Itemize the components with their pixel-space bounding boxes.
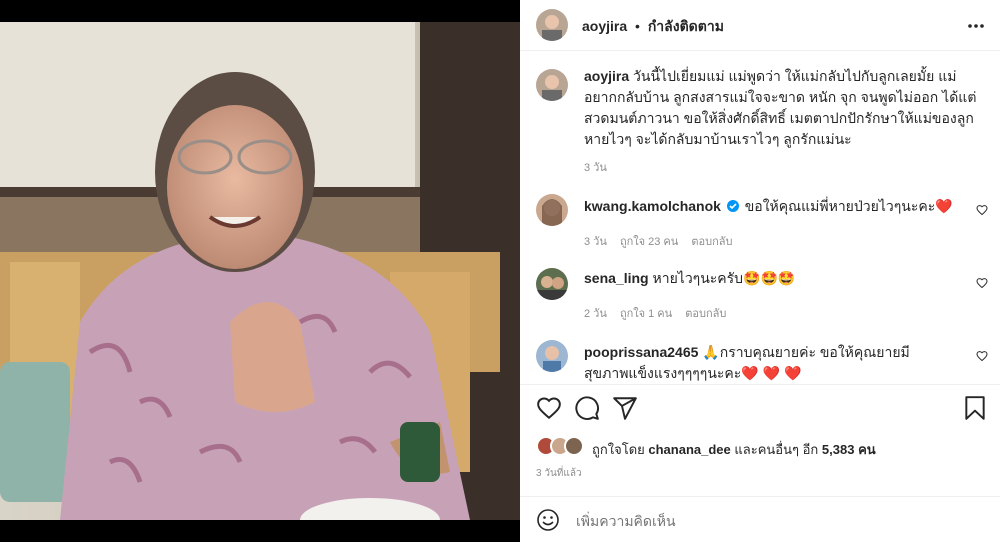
comment-meta: 2 วัน ถูกใจ 1 คน ตอบกลับ: [584, 304, 736, 322]
comment: kwang.kamolchanok ขอให้คุณแม่พี่หายป่วยไ…: [584, 196, 954, 217]
comment-meta: 3 วัน ถูกใจ 23 คน ตอบกลับ: [584, 232, 743, 250]
liked-by-username[interactable]: chanana_dee: [648, 442, 730, 457]
add-comment-input[interactable]: [574, 509, 878, 533]
heart-icon[interactable]: [536, 395, 562, 421]
post-side-panel: aoyjira • กำลังติดตาม aoyjira วันนี้ไปเย…: [520, 0, 1000, 542]
caption-username[interactable]: aoyjira: [584, 68, 629, 84]
comment-like-icon[interactable]: [976, 350, 988, 362]
liked-by-avatars[interactable]: [536, 436, 588, 461]
header-separator: •: [635, 18, 640, 34]
comment: sena_ling หายไวๆนะครับ🤩🤩🤩: [584, 268, 954, 289]
reply-button[interactable]: ตอบกลับ: [685, 308, 726, 320]
comment-username[interactable]: kwang.kamolchanok: [584, 198, 721, 214]
comment-text: หายไวๆนะครับ: [652, 270, 744, 286]
comment-emoji: ❤️: [935, 198, 953, 214]
likes-middle: และคนอื่นๆ อีก: [734, 442, 819, 457]
caption: aoyjira วันนี้ไปเยี่ยมแม่ แม่พูดว่า ให้แ…: [584, 66, 979, 150]
comment: pooprissana2465 🙏กราบคุณยายค่ะ ขอให้คุณย…: [584, 342, 954, 384]
post-header: aoyjira • กำลังติดตาม: [520, 0, 1000, 51]
add-comment-bar: [520, 496, 1000, 543]
comment-emoji: 🤩🤩🤩: [743, 270, 796, 286]
comment-time: 3 วัน: [584, 236, 607, 248]
following-button[interactable]: กำลังติดตาม: [648, 18, 724, 34]
reply-button[interactable]: ตอบกลับ: [691, 236, 732, 248]
post-time[interactable]: 3 วันที่แล้ว: [536, 466, 582, 481]
comment-like-icon[interactable]: [976, 204, 988, 216]
comment-emoji: ❤️ ❤️ ❤️: [741, 365, 802, 381]
comment-username[interactable]: sena_ling: [584, 270, 649, 286]
likes-summary: ถูกใจโดย chanana_dee และคนอื่นๆ อีก 5,38…: [592, 439, 876, 460]
comment-time: 2 วัน: [584, 308, 607, 320]
post-photo[interactable]: [0, 22, 520, 520]
likes-suffix[interactable]: คน: [858, 442, 876, 457]
bookmark-icon[interactable]: [962, 395, 988, 421]
verified-badge-icon: [726, 200, 739, 212]
caption-text: วันนี้ไปเยี่ยมแม่ แม่พูดว่า ให้แม่กลับไป…: [584, 68, 977, 147]
caption-meta: 3 วัน: [584, 158, 617, 176]
caption-avatar[interactable]: [536, 69, 568, 101]
smiley-icon[interactable]: [536, 508, 560, 532]
comment-text: ขอให้คุณแม่พี่หายป่วยไวๆนะคะ: [744, 198, 936, 214]
comment-avatar[interactable]: [536, 268, 568, 300]
comment-like-icon[interactable]: [976, 277, 988, 289]
comment-avatar[interactable]: [536, 340, 568, 372]
elderly-woman-photo: [0, 22, 520, 520]
comment-likes[interactable]: ถูกใจ 1 คน: [620, 308, 672, 320]
comment-username[interactable]: pooprissana2465: [584, 344, 698, 360]
action-divider: [520, 384, 1000, 385]
comment-likes[interactable]: ถูกใจ 23 คน: [620, 236, 678, 248]
comment-avatar[interactable]: [536, 194, 568, 226]
avatar[interactable]: [536, 9, 568, 41]
share-icon[interactable]: [612, 395, 638, 421]
more-icon[interactable]: [968, 18, 984, 34]
post-photo-pane: [0, 0, 520, 542]
comment-icon[interactable]: [574, 395, 600, 421]
likes-count[interactable]: 5,383: [822, 442, 855, 457]
caption-time: 3 วัน: [584, 162, 607, 174]
likes-prefix: ถูกใจโดย: [592, 442, 645, 457]
header-username[interactable]: aoyjira: [582, 18, 627, 34]
